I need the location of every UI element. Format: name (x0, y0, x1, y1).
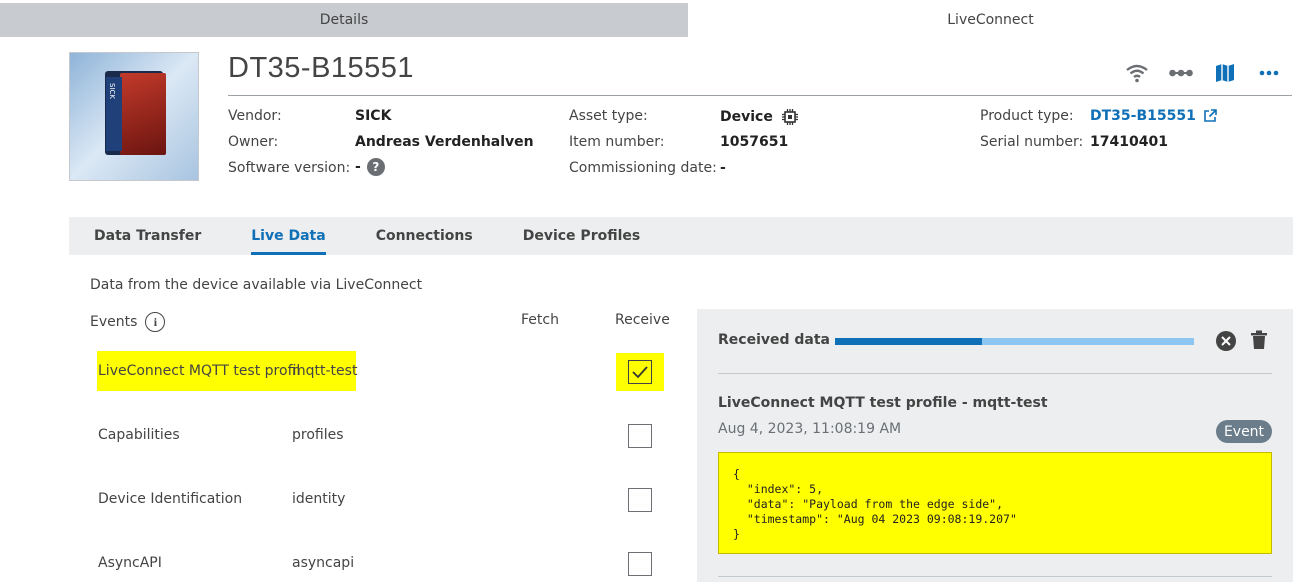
asset-type-label: Asset type: (569, 108, 648, 124)
trash-icon (1251, 330, 1267, 349)
connections-icon[interactable] (1168, 62, 1194, 84)
serial-number-label: Serial number: (980, 134, 1084, 150)
live-data-description: Data from the device available via LiveC… (90, 277, 423, 293)
chip-icon (781, 109, 798, 125)
item-number-label: Item number: (569, 134, 665, 150)
delete-button[interactable] (1250, 330, 1270, 352)
checkmark-icon (632, 366, 648, 379)
tab-data-transfer[interactable]: Data Transfer (94, 217, 201, 255)
receive-checkbox-profiles[interactable] (628, 424, 652, 448)
help-icon[interactable]: ? (366, 158, 385, 176)
vendor-value: SICK (355, 108, 392, 124)
tab-connections[interactable]: Connections (376, 217, 473, 255)
event-topic: asyncapi (292, 555, 355, 571)
panel-divider (718, 373, 1272, 374)
close-icon (1216, 331, 1236, 351)
product-type-text: DT35-B15551 (1090, 108, 1196, 124)
events-label: Events (90, 314, 138, 330)
tab-device-profiles[interactable]: Device Profiles (523, 217, 641, 255)
events-header: Events i (90, 312, 166, 332)
asset-type-value: Device (720, 108, 799, 126)
sub-tab-bar: Data Transfer Live Data Connections Devi… (69, 217, 1293, 255)
info-icon[interactable]: i (145, 312, 166, 332)
tab-details[interactable]: Details (0, 3, 688, 37)
product-type-label: Product type: (980, 108, 1074, 124)
wifi-icon[interactable] (1124, 62, 1150, 84)
receive-checkbox-mqtt-test[interactable] (628, 360, 652, 384)
receive-progress-bar (835, 338, 1194, 345)
received-data-title: Received data (718, 332, 830, 348)
event-topic: profiles (292, 427, 344, 443)
page-title: DT35-B15551 (228, 52, 415, 84)
event-name: LiveConnect MQTT test profil (98, 363, 301, 379)
more-icon[interactable] (1256, 62, 1282, 84)
message-timestamp: Aug 4, 2023, 11:08:19 AM (718, 421, 902, 437)
device-front (120, 73, 166, 155)
fetch-column-header: Fetch (521, 312, 559, 328)
event-badge: Event (1216, 420, 1272, 443)
vendor-label: Vendor: (228, 108, 282, 124)
event-topic: identity (292, 491, 346, 507)
receive-column-header: Receive (615, 312, 670, 328)
message-payload: { "index": 5, "data": "Payload from the … (718, 452, 1272, 554)
commissioning-date-value: - (720, 160, 726, 176)
header-actions (1124, 62, 1282, 84)
map-icon[interactable] (1212, 62, 1238, 84)
event-name: Capabilities (98, 427, 180, 443)
event-topic: mqtt-test (292, 363, 358, 379)
item-number-value: 1057651 (720, 134, 789, 150)
product-type-link[interactable]: DT35-B15551 (1090, 108, 1217, 124)
commissioning-date-label: Commissioning date: (569, 160, 717, 176)
tab-live-data[interactable]: Live Data (251, 217, 327, 255)
tab-liveconnect[interactable]: LiveConnect (688, 3, 1293, 37)
serial-number-value: 17410401 (1090, 134, 1168, 150)
owner-value: Andreas Verdenhalven (355, 134, 534, 150)
receive-checkbox-identity[interactable] (628, 488, 652, 512)
asset-type-text: Device (720, 109, 773, 125)
title-divider (228, 95, 1292, 96)
close-button[interactable] (1215, 330, 1237, 352)
device-image: SICK (69, 52, 199, 181)
external-link-icon (1204, 109, 1217, 122)
software-version-value: -? (355, 158, 385, 176)
receive-progress-fill (835, 338, 983, 345)
owner-label: Owner: (228, 134, 279, 150)
software-version-text: - (355, 159, 361, 175)
receive-checkbox-asyncapi[interactable] (628, 552, 652, 576)
event-name: AsyncAPI (98, 555, 162, 571)
message-title: LiveConnect MQTT test profile - mqtt-tes… (718, 395, 1048, 411)
software-version-label: Software version: (228, 160, 351, 176)
device-image-label: SICK (108, 83, 116, 99)
top-tab-bar: Details LiveConnect (0, 3, 1293, 37)
event-name: Device Identification (98, 491, 243, 507)
panel-divider (718, 576, 1272, 577)
